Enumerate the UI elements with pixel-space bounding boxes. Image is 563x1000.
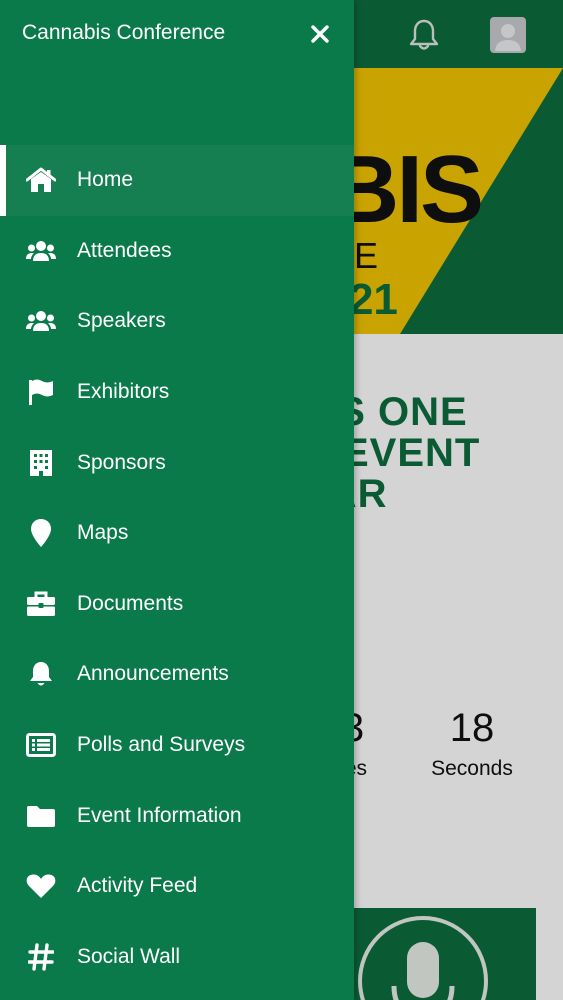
hashtag-icon	[25, 941, 57, 973]
building-icon	[25, 447, 57, 479]
nav-label: Announcements	[77, 662, 229, 686]
nav-item-speakers[interactable]: Speakers	[0, 286, 354, 357]
users-icon	[25, 235, 57, 267]
close-icon	[311, 25, 329, 43]
nav-item-exhibitors[interactable]: Exhibitors	[0, 357, 354, 428]
nav-item-announcements[interactable]: Announcements	[0, 639, 354, 710]
nav-label: Exhibitors	[77, 380, 170, 404]
nav-label: Sponsors	[77, 450, 166, 474]
heart-icon	[25, 870, 57, 902]
nav-item-maps[interactable]: Maps	[0, 498, 354, 569]
flag-icon	[25, 376, 57, 408]
nav-label: Event Information	[77, 803, 242, 827]
nav-label: Home	[77, 168, 134, 192]
nav-item-social-wall[interactable]: Social Wall	[0, 922, 354, 993]
nav-item-documents[interactable]: Documents	[0, 569, 354, 640]
briefcase-icon	[25, 588, 57, 620]
drawer-title: Cannabis Conference	[22, 21, 226, 44]
side-drawer: Cannabis Conference Home Attendees Speak…	[0, 0, 354, 1000]
nav-item-attendees[interactable]: Attendees	[0, 216, 354, 287]
close-button[interactable]	[302, 16, 338, 52]
nav-label: Speakers	[77, 309, 166, 333]
home-icon	[25, 164, 57, 196]
nav-item-polls-and-surveys[interactable]: Polls and Surveys	[0, 710, 354, 781]
nav-label: Polls and Surveys	[77, 733, 246, 757]
drawer-nav: Home Attendees Speakers Exhibitors Spons…	[0, 145, 354, 992]
bell-icon	[25, 658, 57, 690]
nav-item-event-information[interactable]: Event Information	[0, 780, 354, 851]
nav-item-home[interactable]: Home	[0, 145, 354, 216]
list-icon	[25, 729, 57, 761]
folder-icon	[25, 800, 57, 832]
nav-label: Maps	[77, 521, 129, 545]
nav-item-sponsors[interactable]: Sponsors	[0, 427, 354, 498]
drawer-header: Cannabis Conference	[0, 0, 354, 140]
nav-label: Social Wall	[77, 944, 181, 968]
nav-label: Documents	[77, 591, 184, 615]
users-icon	[25, 305, 57, 337]
map-pin-icon	[25, 517, 57, 549]
nav-item-activity-feed[interactable]: Activity Feed	[0, 851, 354, 922]
nav-label: Attendees	[77, 238, 172, 262]
nav-label: Activity Feed	[77, 874, 198, 898]
active-indicator	[0, 145, 6, 216]
